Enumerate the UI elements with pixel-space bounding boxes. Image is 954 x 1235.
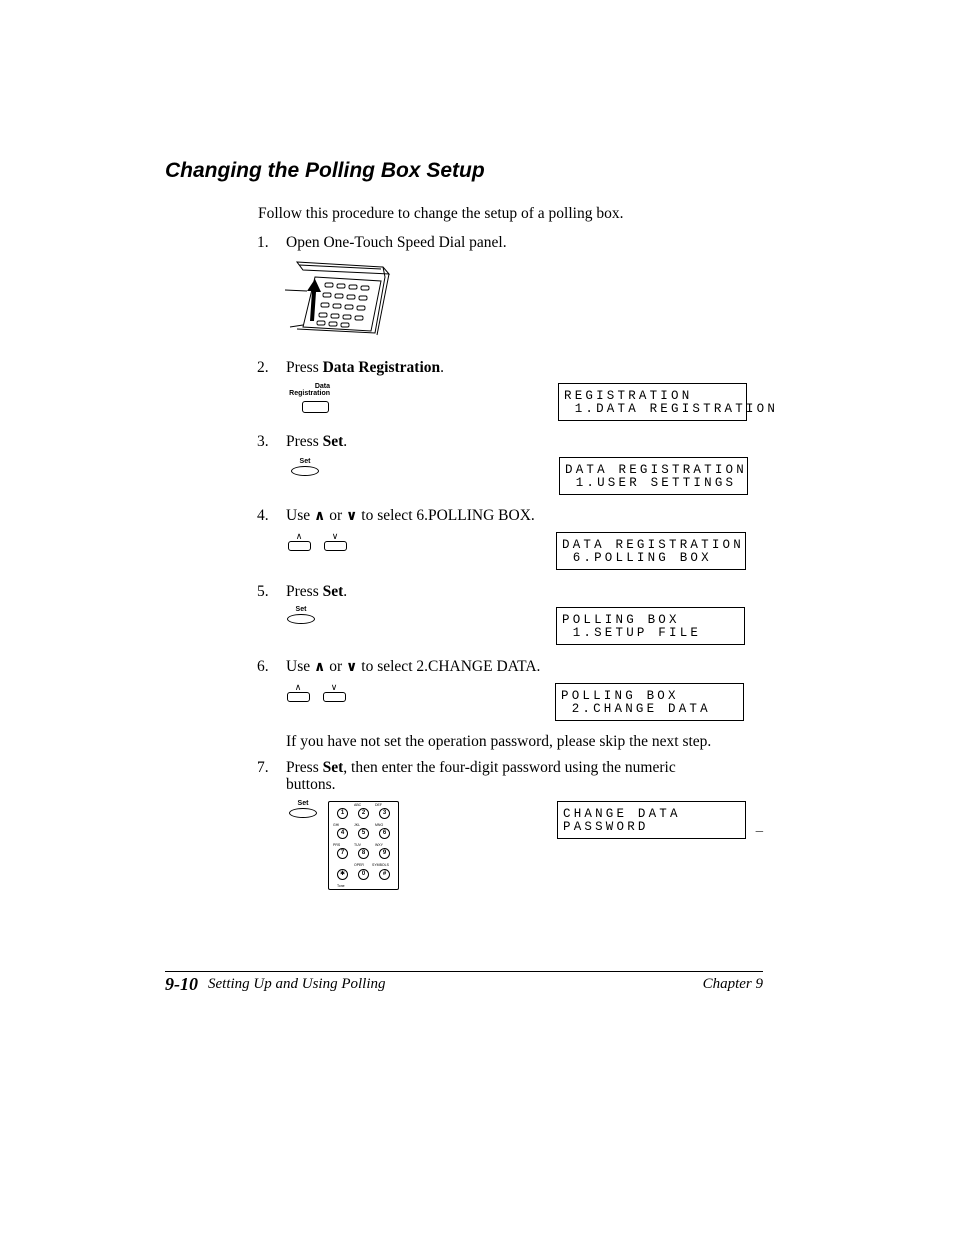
key-8[interactable]: 8 xyxy=(358,848,369,859)
step-number: 7. xyxy=(257,759,269,776)
step-text: Use ∧ or ∨ to select 6.POLLING BOX. xyxy=(286,507,535,524)
set-label: Set xyxy=(299,458,311,465)
step-text: Press Set. xyxy=(286,433,348,450)
up-button[interactable] xyxy=(288,541,311,551)
intro-paragraph: Follow this procedure to change the setu… xyxy=(258,205,624,222)
key-5[interactable]: 5 xyxy=(358,828,369,839)
up-button[interactable] xyxy=(287,692,310,702)
numeric-keypad: ABC DEF 1 2 3 GHI JKL MNO 4 5 6 PRS TUV … xyxy=(328,801,399,890)
down-arrow-icon: ∨ xyxy=(346,658,358,674)
lcd-display: DATA REGISTRATION 6.POLLING BOX xyxy=(556,532,746,570)
step-number: 1. xyxy=(257,234,269,251)
key-6[interactable]: 6 xyxy=(379,828,390,839)
down-arrow-icon: ∨ xyxy=(346,507,358,523)
up-arrow-icon: ∧ xyxy=(313,507,326,523)
lcd-display: REGISTRATION 1.DATA REGISTRATION xyxy=(558,383,775,421)
set-button[interactable] xyxy=(289,808,317,818)
set-button[interactable] xyxy=(291,466,319,476)
section-title: Changing the Polling Box Setup xyxy=(165,159,485,182)
key-hash[interactable]: # xyxy=(379,869,390,880)
step-text: Press Set. xyxy=(286,583,348,600)
speed-dial-panel-illustration xyxy=(285,261,391,336)
key-3[interactable]: 3 xyxy=(379,808,390,819)
step-text: Press Set, then enter the four-digit pas… xyxy=(286,759,676,776)
set-label: Set xyxy=(295,606,307,613)
step-number: 2. xyxy=(257,359,269,376)
data-registration-label: Data Registration xyxy=(289,383,330,397)
key-4[interactable]: 4 xyxy=(337,828,348,839)
lcd-display: DATA REGISTRATION 1.USER SETTINGS xyxy=(559,457,748,495)
set-button[interactable] xyxy=(287,614,315,624)
up-arrow-icon: ∧ xyxy=(313,658,326,674)
footer-section-title: Setting Up and Using Polling xyxy=(208,976,386,992)
tone-label: Tone xyxy=(337,884,345,888)
lcd-display: POLLING BOX 1.SETUP FILE xyxy=(556,607,745,645)
lcd-display: CHANGE DATA PASSWORD _ xyxy=(557,801,763,839)
step-text: Use ∧ or ∨ to select 2.CHANGE DATA. xyxy=(286,658,541,675)
down-button[interactable] xyxy=(323,692,346,702)
step-number: 5. xyxy=(257,583,269,600)
key-2[interactable]: 2 xyxy=(358,808,369,819)
key-star[interactable]: ✱ xyxy=(337,869,348,880)
step-text: Press Data Registration. xyxy=(286,359,445,376)
footer-chapter: Chapter 9 xyxy=(702,976,763,992)
down-button[interactable] xyxy=(324,541,347,551)
key-1[interactable]: 1 xyxy=(337,808,348,819)
data-registration-button[interactable] xyxy=(302,401,329,413)
note-text: If you have not set the operation passwo… xyxy=(286,733,712,750)
page-number: 9-10 xyxy=(165,974,198,994)
key-7[interactable]: 7 xyxy=(337,848,348,859)
step-text: Open One-Touch Speed Dial panel. xyxy=(286,234,507,251)
step-number: 3. xyxy=(257,433,269,450)
set-label: Set xyxy=(297,800,309,807)
key-9[interactable]: 9 xyxy=(379,848,390,859)
footer-divider xyxy=(165,971,763,972)
step-number: 4. xyxy=(257,507,269,524)
key-0[interactable]: 0 xyxy=(358,869,369,880)
lcd-display: POLLING BOX 2.CHANGE DATA xyxy=(555,683,744,721)
step-text-continued: buttons. xyxy=(286,776,336,793)
step-number: 6. xyxy=(257,658,269,675)
